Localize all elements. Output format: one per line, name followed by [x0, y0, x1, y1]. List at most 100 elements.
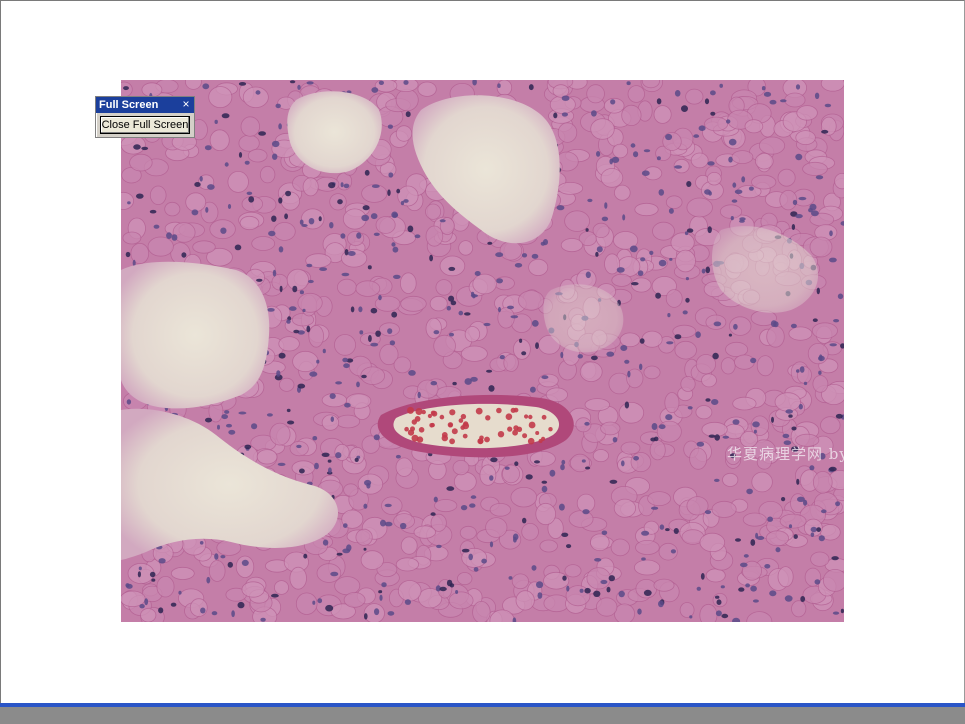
nucleus	[531, 253, 539, 259]
nucleus	[227, 204, 232, 209]
nucleus	[561, 112, 568, 117]
nucleus	[387, 328, 393, 334]
nucleus	[549, 469, 556, 477]
cell	[611, 273, 632, 287]
nucleus	[637, 608, 642, 615]
nucleus	[408, 370, 416, 376]
nucleus	[685, 297, 690, 303]
cell	[292, 350, 319, 373]
cell	[613, 184, 631, 201]
cell	[720, 357, 736, 375]
nucleus	[681, 105, 688, 112]
nucleus	[373, 434, 380, 441]
nucleus	[392, 213, 399, 218]
nucleus	[686, 181, 692, 187]
nucleus	[395, 454, 401, 459]
nucleus	[312, 600, 316, 605]
nucleus	[356, 232, 362, 239]
rbc	[449, 438, 455, 445]
close-icon[interactable]: ×	[180, 98, 192, 111]
nucleus	[689, 615, 693, 619]
nucleus	[828, 466, 837, 472]
nucleus	[609, 479, 618, 484]
nucleus	[272, 269, 277, 277]
cell	[535, 502, 557, 526]
nucleus	[314, 462, 319, 470]
cell	[511, 573, 529, 590]
rbc	[462, 433, 468, 439]
rbc	[411, 419, 417, 425]
cell	[796, 105, 818, 121]
nucleus	[626, 81, 631, 86]
nucleus	[796, 478, 800, 485]
nucleus	[308, 279, 314, 284]
nucleus	[596, 246, 603, 253]
nucleus	[712, 352, 719, 360]
nucleus	[818, 535, 825, 542]
nucleus	[791, 426, 797, 431]
histology-svg	[121, 80, 844, 622]
nucleus	[541, 480, 548, 484]
nucleus	[748, 186, 754, 191]
nucleus	[769, 590, 777, 597]
cell	[777, 566, 794, 588]
nucleus	[753, 429, 757, 434]
nucleus	[391, 311, 398, 318]
cell	[810, 551, 830, 567]
nucleus	[387, 124, 393, 129]
nucleus	[521, 253, 528, 258]
cell	[286, 268, 309, 291]
nucleus	[350, 306, 355, 313]
nucleus	[205, 207, 209, 213]
nucleus	[782, 433, 790, 439]
nucleus	[504, 466, 510, 470]
cell	[590, 118, 615, 140]
nucleus	[328, 467, 332, 474]
nucleus	[705, 398, 711, 402]
nucleus	[378, 590, 383, 594]
close-full-screen-button[interactable]: Close Full Screen	[100, 116, 190, 134]
nucleus	[715, 610, 722, 617]
nucleus	[381, 582, 387, 588]
nucleus	[464, 312, 471, 316]
histology-image: 华夏病理学网 by hyfhql	[121, 80, 844, 622]
rbc	[510, 407, 516, 413]
cell	[227, 171, 249, 193]
nucleus	[541, 375, 549, 380]
nucleus	[771, 416, 774, 423]
nucleus	[286, 408, 291, 413]
nucleus	[750, 585, 757, 592]
nucleus	[468, 553, 474, 561]
nucleus	[514, 461, 519, 467]
nucleus	[710, 111, 716, 116]
nucleus	[584, 421, 590, 426]
nucleus	[429, 254, 433, 262]
nucleus	[656, 98, 662, 105]
nucleus	[448, 266, 456, 271]
nucleus	[200, 607, 206, 614]
cell	[433, 334, 456, 357]
cell	[675, 249, 696, 273]
cell	[643, 365, 661, 380]
cell	[649, 439, 666, 461]
nucleus	[446, 579, 453, 587]
cell	[494, 276, 515, 291]
nucleus	[170, 602, 177, 607]
cell	[579, 361, 603, 383]
rbc	[505, 413, 513, 421]
cell	[448, 591, 474, 610]
cell	[122, 231, 142, 245]
nucleus	[714, 478, 720, 482]
nucleus	[330, 416, 334, 423]
nucleus	[237, 601, 245, 609]
nucleus	[537, 592, 543, 599]
rbc	[496, 407, 502, 414]
cell	[641, 330, 663, 348]
nucleus	[368, 335, 372, 342]
nucleus	[687, 406, 693, 410]
nucleus	[829, 230, 833, 237]
nucleus	[336, 552, 343, 556]
nucleus	[521, 351, 527, 356]
nucleus	[641, 530, 650, 536]
nucleus	[556, 205, 565, 211]
